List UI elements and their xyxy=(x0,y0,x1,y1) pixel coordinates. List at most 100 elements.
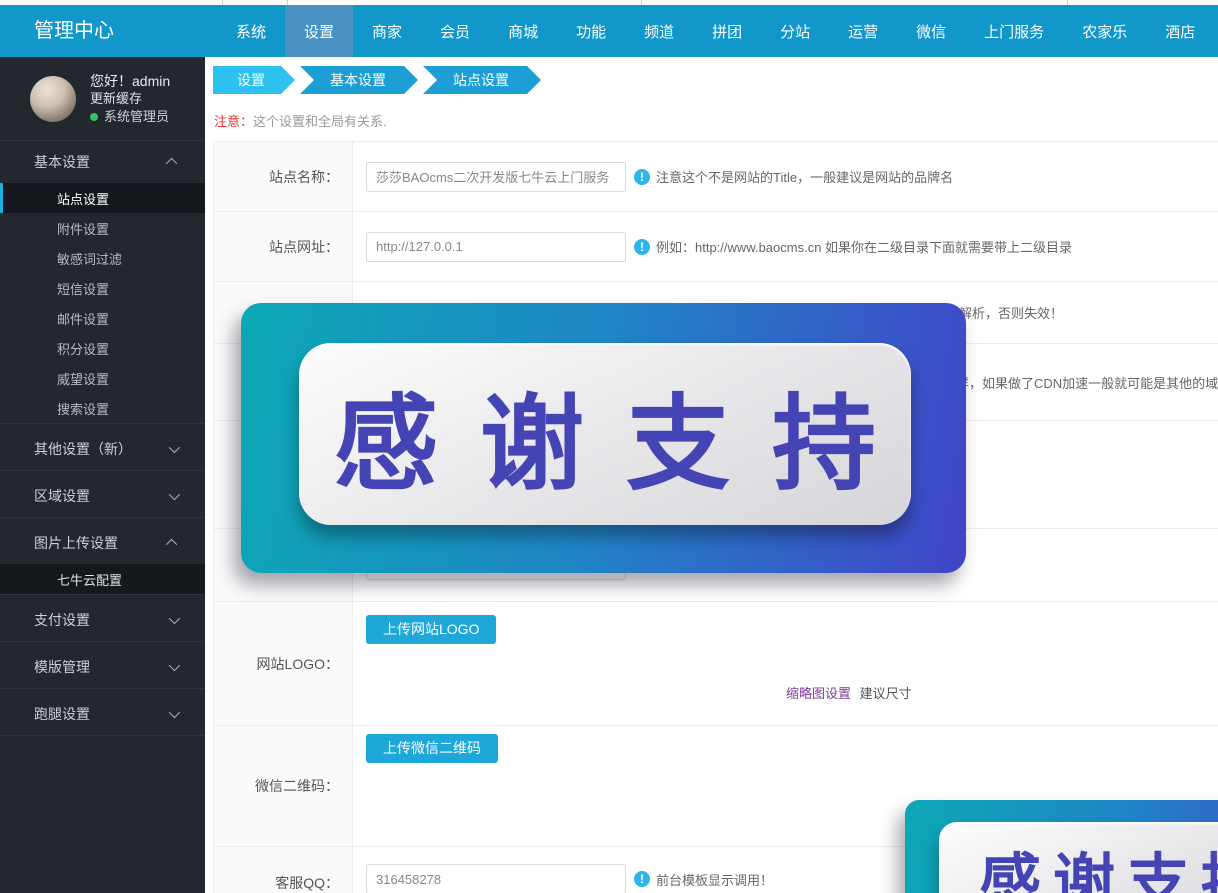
refresh-cache-link[interactable]: 更新缓存 xyxy=(90,90,170,108)
sidebar-section-basic-settings[interactable]: 基本设置 xyxy=(0,141,205,183)
sidebar-section-payment-settings[interactable]: 支付设置 xyxy=(0,599,205,641)
sidebar-section-template-management[interactable]: 模版管理 xyxy=(0,646,205,688)
avatar xyxy=(30,76,76,122)
thumbnail-settings-link[interactable]: 缩略图设置 xyxy=(786,686,851,701)
site-url-label: 站点网址： xyxy=(214,212,353,281)
sidebar-item-search-settings[interactable]: 搜索设置 xyxy=(0,393,205,423)
service-qq-label: 客服QQ： xyxy=(214,847,353,893)
info-icon: ! xyxy=(634,239,650,255)
section-label: 图片上传设置 xyxy=(34,533,118,553)
user-box: 您好！admin 更新缓存 系统管理员 xyxy=(0,57,205,141)
nav-item-operation[interactable]: 运营 xyxy=(829,5,897,57)
nav-item-hotel[interactable]: 酒店 xyxy=(1146,5,1214,57)
nav-item-farmstay[interactable]: 农家乐 xyxy=(1063,5,1146,57)
form-row-site-name: 站点名称： ! 注意这个不是网站的Title，一般建议是网站的品牌名 xyxy=(214,142,1218,212)
watermark-plate: 感谢支持 xyxy=(299,343,911,525)
sidebar-section-other-settings[interactable]: 其他设置（新） xyxy=(0,428,205,470)
sidebar-menu: 基本设置 站点设置 附件设置 敏感词过滤 短信设置 邮件设置 积分设置 威望设置… xyxy=(0,141,205,740)
suggested-size-note: 建议尺寸 xyxy=(860,686,912,701)
chevron-down-icon xyxy=(169,613,180,624)
site-url-input[interactable] xyxy=(366,232,626,262)
section-label: 其他设置（新） xyxy=(34,439,132,459)
app-title: 管理中心 xyxy=(0,5,205,57)
breadcrumb-settings[interactable]: 设置 xyxy=(213,66,295,94)
sidebar-section-errand-settings[interactable]: 跑腿设置 xyxy=(0,693,205,735)
wechat-qrcode-label: 微信二维码： xyxy=(214,726,353,846)
sidebar-section-region-settings[interactable]: 区域设置 xyxy=(0,475,205,517)
section-label: 模版管理 xyxy=(34,657,90,677)
sidebar-item-prestige-settings[interactable]: 威望设置 xyxy=(0,363,205,393)
nav-item-merchant[interactable]: 商家 xyxy=(353,5,421,57)
top-header: 管理中心 系统 设置 商家 会员 商城 功能 频道 拼团 分站 运营 微信 上门… xyxy=(0,5,1218,57)
site-name-input[interactable] xyxy=(366,162,626,192)
thanks-watermark-large: 感谢支持 xyxy=(241,303,966,573)
nav-item-member[interactable]: 会员 xyxy=(421,5,489,57)
watermark-text: 感谢支持 xyxy=(967,832,1218,893)
user-role: 系统管理员 xyxy=(90,108,170,126)
nav-item-settings[interactable]: 设置 xyxy=(285,5,353,57)
nav-item-doorservice[interactable]: 上门服务 xyxy=(965,5,1063,57)
nav-item-groupbuy[interactable]: 拼团 xyxy=(693,5,761,57)
sidebar-item-sensitive-word-filter[interactable]: 敏感词过滤 xyxy=(0,243,205,273)
section-label: 基本设置 xyxy=(34,152,90,172)
sidebar-item-attachment-settings[interactable]: 附件设置 xyxy=(0,213,205,243)
chevron-down-icon xyxy=(169,660,180,671)
chevron-up-icon xyxy=(166,539,177,550)
user-role-label: 系统管理员 xyxy=(104,108,169,126)
form-row-site-logo: 网站LOGO： 上传网站LOGO 缩略图设置 建议尺寸 xyxy=(214,602,1218,726)
sidebar-section-image-upload-settings[interactable]: 图片上传设置 xyxy=(0,522,205,564)
watermark-text: 感谢支持 xyxy=(292,359,918,510)
main-nav: 系统 设置 商家 会员 商城 功能 频道 拼团 分站 运营 微信 上门服务 农家… xyxy=(217,5,1214,57)
upload-wechat-qrcode-button[interactable]: 上传微信二维码 xyxy=(366,734,498,763)
site-url-hint: 例如：http://www.baocms.cn 如果你在二级目录下面就需要带上二… xyxy=(656,237,1072,256)
hint-fragment: 解析，否则失效！ xyxy=(959,303,1063,322)
sidebar-item-points-settings[interactable]: 积分设置 xyxy=(0,333,205,363)
section-label: 支付设置 xyxy=(34,610,90,630)
user-info: 您好！admin 更新缓存 系统管理员 xyxy=(90,72,170,126)
form-row-site-url: 站点网址： ! 例如：http://www.baocms.cn 如果你在二级目录… xyxy=(214,212,1218,282)
sidebar-item-sms-settings[interactable]: 短信设置 xyxy=(0,273,205,303)
form-cell: 上传网站LOGO 缩略图设置 建议尺寸 xyxy=(353,602,1218,725)
site-logo-label: 网站LOGO： xyxy=(214,602,353,725)
section-label: 跑腿设置 xyxy=(34,704,90,724)
nav-item-system[interactable]: 系统 xyxy=(217,5,285,57)
sidebar-item-site-settings[interactable]: 站点设置 xyxy=(0,183,205,213)
thumbnail-line: 缩略图设置 建议尺寸 xyxy=(786,683,1218,702)
nav-item-function[interactable]: 功能 xyxy=(557,5,625,57)
thanks-watermark-small: 感谢支持 xyxy=(905,800,1218,893)
breadcrumb-site-settings[interactable]: 站点设置 xyxy=(423,66,541,94)
info-icon: ! xyxy=(634,871,650,887)
chevron-up-icon xyxy=(166,158,177,169)
menu-divider xyxy=(0,735,205,740)
section-label: 区域设置 xyxy=(34,486,90,506)
form-cell: ! 例如：http://www.baocms.cn 如果你在二级目录下面就需要带… xyxy=(353,212,1218,281)
sidebar: 您好！admin 更新缓存 系统管理员 基本设置 站点设置 附件设置 敏感词过滤… xyxy=(0,57,205,893)
chevron-down-icon xyxy=(169,442,180,453)
chevron-down-icon xyxy=(169,707,180,718)
form-cell: ! 注意这个不是网站的Title，一般建议是网站的品牌名 xyxy=(353,142,1218,211)
chevron-down-icon xyxy=(169,489,180,500)
nav-item-substation[interactable]: 分站 xyxy=(761,5,829,57)
nav-item-channel[interactable]: 频道 xyxy=(625,5,693,57)
nav-item-mall[interactable]: 商城 xyxy=(489,5,557,57)
info-icon: ! xyxy=(634,169,650,185)
breadcrumb: 设置 基本设置 站点设置 xyxy=(213,66,541,94)
sidebar-item-qiniu-config[interactable]: 七牛云配置 xyxy=(0,564,205,594)
watermark-plate: 感谢支持 xyxy=(939,822,1218,893)
admin-page: 管理中心 系统 设置 商家 会员 商城 功能 频道 拼团 分站 运营 微信 上门… xyxy=(0,0,1218,893)
page-notice: 注意：这个设置和全局有关系. xyxy=(214,111,387,130)
sidebar-item-mail-settings[interactable]: 邮件设置 xyxy=(0,303,205,333)
service-qq-hint: 前台模板显示调用！ xyxy=(656,870,773,889)
site-name-hint: 注意这个不是网站的Title，一般建议是网站的品牌名 xyxy=(656,167,953,186)
notice-text: 这个设置和全局有关系. xyxy=(253,114,387,129)
online-status-dot xyxy=(90,113,98,121)
breadcrumb-basic-settings[interactable]: 基本设置 xyxy=(300,66,418,94)
notice-prefix: 注意： xyxy=(214,114,253,129)
site-name-label: 站点名称： xyxy=(214,142,353,211)
input-row: ! 前台模板显示调用！ xyxy=(366,864,773,893)
nav-item-wechat[interactable]: 微信 xyxy=(897,5,965,57)
service-qq-input[interactable] xyxy=(366,864,626,893)
upload-logo-button[interactable]: 上传网站LOGO xyxy=(366,615,496,644)
user-greeting: 您好！admin xyxy=(90,72,170,90)
hint-fragment: 样，如果做了CDN加速一般就可能是其他的域名 xyxy=(956,373,1218,392)
